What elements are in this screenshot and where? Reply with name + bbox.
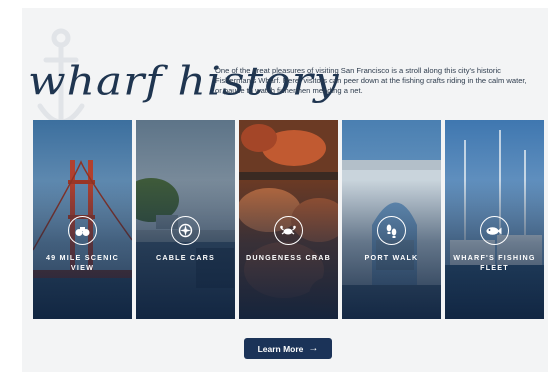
wharf-history-panel: wharf history One of the great pleasures… <box>22 8 548 372</box>
tile-dungeness-crab[interactable]: Dungeness Crab <box>239 120 338 319</box>
tile-49-mile-scenic-view[interactable]: 49 Mile Scenic View <box>33 120 132 319</box>
tile-label: Dungeness Crab <box>245 253 332 262</box>
tile-overlay <box>239 179 338 319</box>
crab-icon <box>273 216 303 245</box>
tile-label: Cable Cars <box>155 253 216 262</box>
compass-icon <box>170 216 200 245</box>
tile-overlay <box>136 179 235 319</box>
binoculars-icon <box>67 216 97 245</box>
arrow-right-icon: → <box>308 343 319 354</box>
tile-label: Port Walk <box>364 253 419 262</box>
tile-overlay <box>342 179 441 319</box>
tile-port-walk[interactable]: Port Walk <box>342 120 441 319</box>
fish-icon <box>479 216 509 245</box>
feature-tiles: 49 Mile Scenic View Cable C <box>33 120 545 319</box>
footprints-icon <box>376 216 406 245</box>
tile-wharfs-fishing-fleet[interactable]: Wharf's Fishing Fleet <box>445 120 544 319</box>
learn-more-button[interactable]: Learn More → <box>244 338 332 359</box>
learn-more-label: Learn More <box>257 343 304 354</box>
tile-label: Wharf's Fishing Fleet <box>453 253 536 272</box>
tile-overlay <box>445 179 544 319</box>
intro-paragraph: One of the great pleasures of visiting S… <box>215 66 527 96</box>
tile-label: 49 Mile Scenic View <box>45 253 120 272</box>
tile-cable-cars[interactable]: Cable Cars <box>136 120 235 319</box>
tile-overlay <box>33 179 132 319</box>
